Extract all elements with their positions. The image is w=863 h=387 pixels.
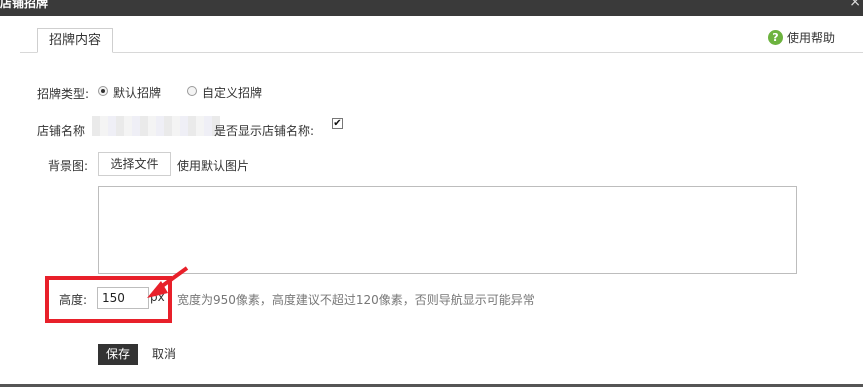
shop-name-redacted — [92, 116, 220, 136]
help-label: 使用帮助 — [787, 30, 836, 45]
height-unit: px — [150, 290, 165, 304]
shop-name-label: 店铺名称 — [37, 124, 86, 138]
use-default-image-link[interactable]: 使用默认图片 — [177, 157, 249, 174]
dialog-title: 店铺招牌 — [0, 0, 49, 10]
height-label: 高度: — [59, 293, 88, 307]
radio-default-sign-label[interactable]: 默认招牌 — [113, 84, 161, 101]
help-link[interactable]: ? 使用帮助 — [768, 29, 835, 45]
tab-sign-content[interactable]: 招牌内容 — [37, 28, 113, 53]
cancel-button[interactable]: 取消 — [152, 344, 176, 365]
help-icon: ? — [768, 29, 783, 45]
sign-type-label: 招牌类型: — [37, 87, 90, 101]
dialog-titlebar: 店铺招牌 × — [0, 0, 863, 16]
close-icon[interactable]: × — [849, 0, 861, 9]
background-preview-area[interactable] — [98, 186, 797, 274]
save-button[interactable]: 保存 — [98, 344, 138, 365]
tab-divider — [20, 52, 863, 53]
radio-custom-sign-label[interactable]: 自定义招牌 — [202, 84, 262, 101]
background-label: 背景图: — [48, 159, 89, 173]
show-name-label: 是否显示店铺名称: — [214, 124, 315, 138]
radio-default-sign[interactable] — [98, 86, 108, 96]
radio-custom-sign[interactable] — [187, 86, 197, 96]
show-name-checkbox[interactable]: ✔ — [332, 118, 343, 129]
choose-file-button[interactable]: 选择文件 — [98, 152, 171, 176]
height-hint: 宽度为950像素，高度建议不超过120像素，否则导航显示可能异常 — [177, 293, 535, 307]
height-input[interactable] — [97, 287, 149, 309]
